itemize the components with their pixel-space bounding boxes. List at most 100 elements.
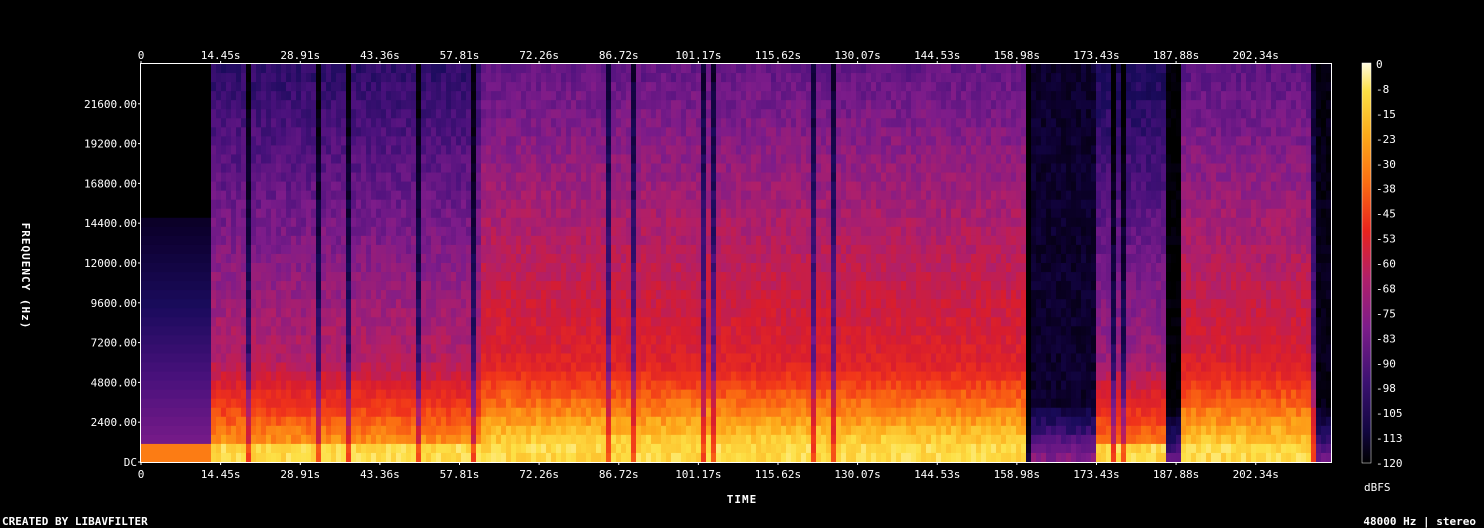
heatmap-cell (511, 190, 517, 201)
heatmap-cell (671, 199, 677, 210)
heatmap-cell (436, 407, 442, 418)
heatmap-cell (476, 416, 482, 427)
heatmap-cell (501, 389, 507, 400)
heatmap-cell (506, 335, 512, 346)
heatmap-cell (326, 253, 332, 264)
heatmap-cell (286, 253, 292, 264)
heatmap-cell (156, 73, 162, 83)
heatmap-cell (471, 317, 477, 327)
heatmap-cell (436, 64, 442, 74)
heatmap-cell (326, 335, 332, 346)
heatmap-cell (631, 136, 637, 147)
heatmap-cell (491, 425, 497, 436)
heatmap-cell (276, 344, 282, 355)
heatmap-cell (156, 109, 162, 119)
heatmap-cell (246, 163, 252, 174)
heatmap-cell (386, 362, 392, 373)
heatmap-cell (336, 308, 342, 318)
heatmap-cell (206, 308, 212, 318)
heatmap-cell (146, 127, 152, 137)
heatmap-cell (366, 154, 372, 165)
heatmap-cell (491, 100, 497, 110)
heatmap-cell (191, 82, 197, 92)
heatmap-cell (146, 91, 152, 101)
heatmap-cell (236, 64, 242, 74)
heatmap-cell (296, 172, 302, 183)
heatmap-cell (621, 109, 627, 119)
heatmap-cell (291, 253, 297, 264)
heatmap-cell (341, 181, 347, 192)
heatmap-cell (246, 118, 252, 128)
heatmap-cell (141, 127, 147, 137)
heatmap-cell (691, 109, 697, 119)
heatmap-cell (396, 100, 402, 110)
heatmap-cell (506, 308, 512, 318)
heatmap-cell (611, 299, 617, 309)
heatmap-cell (306, 362, 312, 373)
heatmap-cell (441, 145, 447, 156)
heatmap-column (451, 64, 457, 463)
heatmap-cell (501, 91, 507, 101)
heatmap-cell (501, 353, 507, 364)
heatmap-cell (376, 64, 382, 74)
heatmap-cell (176, 416, 182, 427)
heatmap-cell (311, 353, 317, 364)
heatmap-cell (611, 290, 617, 300)
heatmap-cell (291, 244, 297, 255)
heatmap-cell (521, 308, 527, 318)
heatmap-cell (241, 452, 247, 463)
heatmap-cell (461, 91, 467, 101)
heatmap-cell (336, 281, 342, 291)
heatmap-cell (226, 362, 232, 373)
heatmap-cell (151, 64, 157, 74)
heatmap-cell (221, 217, 227, 228)
heatmap-cell (411, 154, 417, 165)
heatmap-cell (351, 299, 357, 309)
heatmap-cell (546, 91, 552, 101)
heatmap-cell (341, 190, 347, 201)
heatmap-cell (496, 100, 502, 110)
heatmap-cell (486, 371, 492, 382)
heatmap-cell (386, 443, 392, 454)
heatmap-cell (326, 109, 332, 119)
heatmap-cell (246, 425, 252, 436)
heatmap-cell (476, 362, 482, 373)
heatmap-cell (166, 253, 172, 264)
heatmap-cell (166, 235, 172, 246)
heatmap-cell (296, 82, 302, 92)
heatmap-cell (226, 371, 232, 382)
heatmap-cell (321, 136, 327, 147)
heatmap-cell (676, 317, 682, 327)
heatmap-cell (606, 326, 612, 336)
heatmap-cell (561, 434, 567, 445)
heatmap-cell (551, 425, 557, 436)
heatmap-cell (206, 335, 212, 346)
heatmap-cell (581, 199, 587, 210)
heatmap-cell (576, 244, 582, 255)
heatmap-cell (181, 163, 187, 174)
heatmap-cell (406, 163, 412, 174)
heatmap-cell (551, 443, 557, 454)
heatmap-cell (406, 326, 412, 336)
heatmap-cell (376, 434, 382, 445)
heatmap-cell (461, 362, 467, 373)
heatmap-cell (681, 308, 687, 318)
heatmap-cell (521, 326, 527, 336)
heatmap-cell (441, 443, 447, 454)
heatmap-cell (241, 172, 247, 183)
heatmap-cell (496, 208, 502, 219)
heatmap-cell (331, 64, 337, 74)
heatmap-cell (306, 443, 312, 454)
heatmap-cell (316, 163, 322, 174)
heatmap-cell (191, 281, 197, 291)
heatmap-cell (206, 109, 212, 119)
heatmap-cell (466, 199, 472, 210)
heatmap-cell (186, 181, 192, 192)
heatmap-cell (496, 326, 502, 336)
heatmap-cell (221, 299, 227, 309)
heatmap-cell (271, 263, 277, 273)
heatmap-cell (241, 118, 247, 128)
heatmap-cell (376, 190, 382, 201)
heatmap-cell (546, 226, 552, 237)
heatmap-cell (686, 100, 692, 110)
